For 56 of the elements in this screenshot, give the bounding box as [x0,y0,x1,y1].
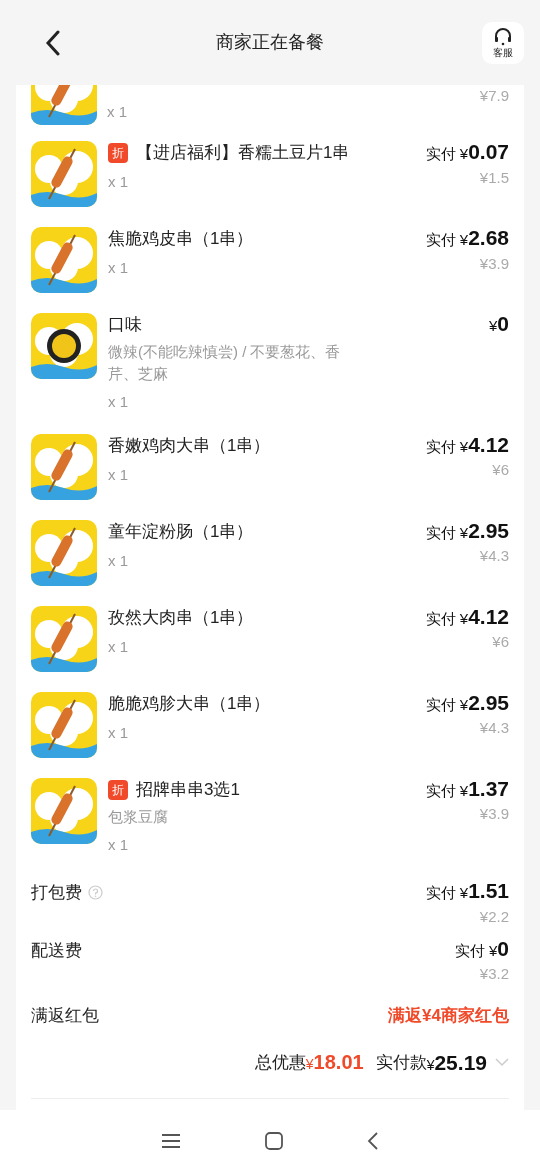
quantity: x 1 [108,392,129,412]
cashback-value: 满返¥4商家红包 [388,1005,509,1027]
original-price: ¥7.9 [479,86,509,106]
paid-price: 实付 ¥1.51 [425,880,509,904]
item-name: 口味 [108,314,142,336]
paid-price: 实付 ¥2.95 [425,691,509,716]
customer-service-button[interactable]: 客服 [482,21,524,64]
quantity: x 1 [108,722,129,743]
paid-price: 实付 ¥4.12 [425,605,509,630]
original-price: ¥4.3 [479,548,509,563]
cashback-label: 满返红包 [31,1005,99,1027]
item-note: 包浆豆腐 [108,806,169,827]
quantity: x 1 [107,101,128,122]
quantity: x 1 [108,550,129,571]
paid-price: ¥0 [488,313,509,337]
discount-badge: 折 [108,143,128,163]
item-name: 孜然大肉串（1串） [108,606,254,629]
item-name: 【进店福利】香糯土豆片1串 [136,142,350,164]
paid-price: 实付 ¥0 [454,937,509,962]
paid-price: 实付 ¥1.37 [425,777,509,802]
discount-label: 总优惠 [254,1051,306,1074]
original-price: ¥3.2 [479,966,509,981]
menu-icon[interactable] [161,1133,182,1149]
original-price: ¥1.5 [479,169,509,185]
item-name: 童年淀粉肠（1串） [108,520,254,543]
total-label: 实付款 [375,1051,427,1074]
home-icon[interactable] [264,1131,284,1151]
quantity: x 1 [108,172,129,192]
original-price: ¥6 [492,462,509,477]
original-price: ¥2.2 [479,908,509,924]
item-name: 脆脆鸡胗大串（1串） [108,692,271,715]
paid-price: 实付 ¥4.12 [425,433,509,458]
fee-label: 打包费 [31,882,82,904]
quantity: x 1 [108,834,129,855]
paid-price: 实付 ¥2.68 [425,227,509,251]
quantity: x 1 [108,636,129,657]
original-price: ¥6 [492,634,509,649]
paid-price: 实付 ¥0.07 [425,141,509,165]
item-name: 招牌串串3选1 [136,778,240,801]
item-name: 焦脆鸡皮串（1串） [108,228,254,250]
quantity: x 1 [108,464,129,485]
original-price: ¥4.3 [479,720,509,735]
original-price: ¥3.9 [479,806,509,821]
discount-amount: ¥18.01 [305,1050,364,1076]
item-note: 微辣(不能吃辣慎尝) / 不要葱花、香芹、芝麻 [108,342,342,384]
headset-icon [493,27,513,46]
page-title: 商家正在备餐 [216,31,324,54]
paid-price: 实付 ¥2.95 [425,519,509,544]
back-icon[interactable] [366,1131,379,1151]
item-name: 香嫩鸡肉大串（1串） [108,434,271,457]
total-amount: ¥25.19 [426,1049,487,1076]
quantity: x 1 [108,258,129,278]
original-price: ¥3.9 [479,255,509,271]
discount-badge: 折 [108,779,128,800]
fee-label: 配送费 [31,939,82,962]
back-icon [45,29,61,56]
